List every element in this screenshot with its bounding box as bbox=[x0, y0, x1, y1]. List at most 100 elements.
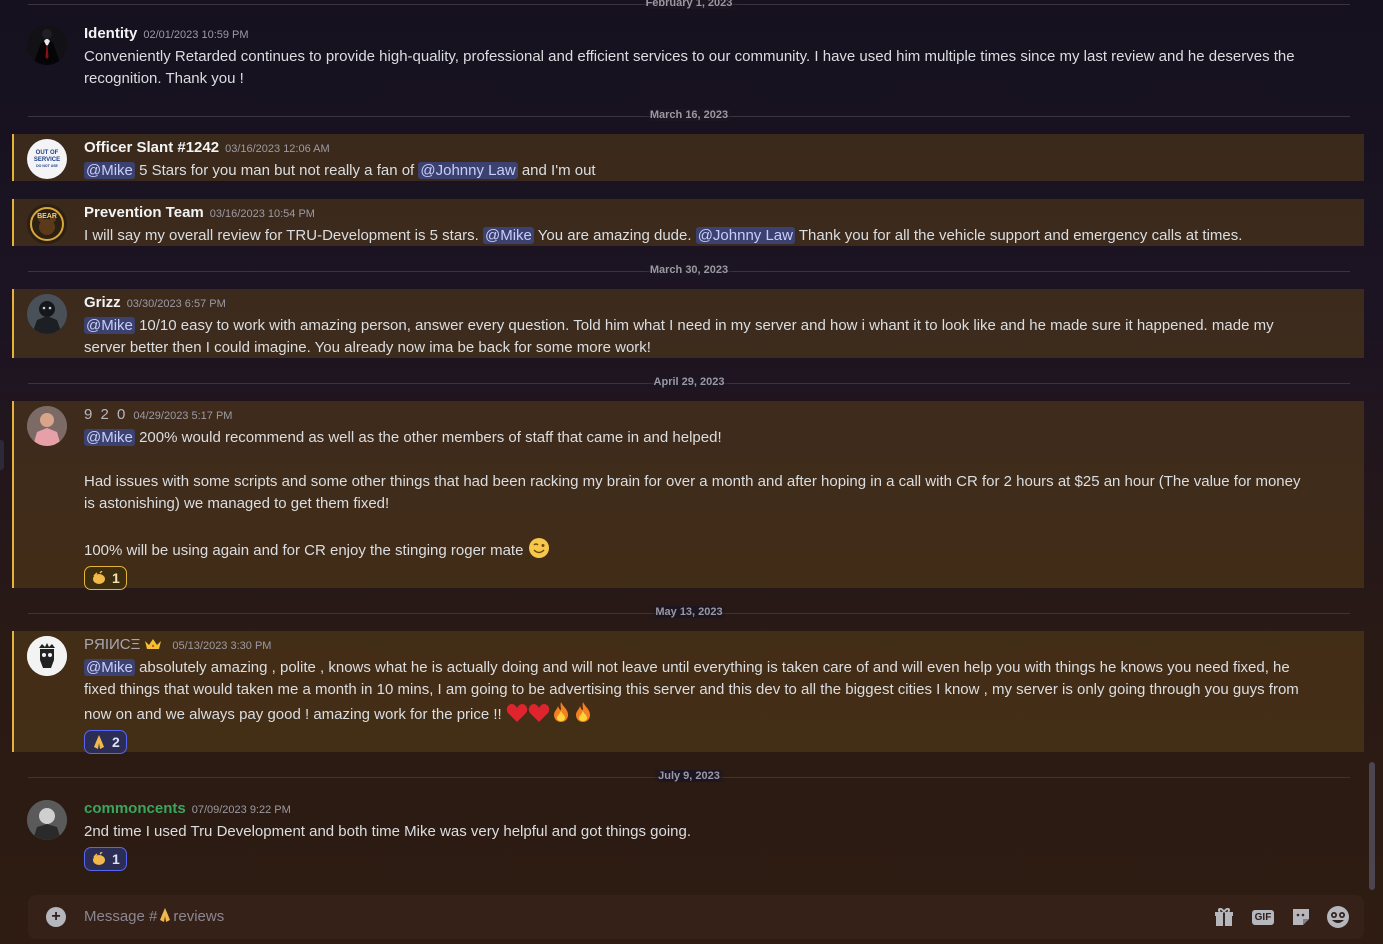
avatar[interactable] bbox=[27, 406, 67, 446]
crown-icon bbox=[145, 639, 162, 649]
message-text: You are amazing dude. bbox=[533, 227, 696, 244]
message-header: commoncents 07/09/2023 9:22 PM bbox=[84, 800, 291, 818]
reaction-chip[interactable]: 1 bbox=[84, 847, 127, 871]
avatar[interactable]: BEAR bbox=[27, 204, 67, 244]
clapping-hands-icon bbox=[93, 852, 105, 865]
reaction-chip[interactable]: 2 bbox=[84, 730, 127, 754]
avatar[interactable] bbox=[27, 25, 67, 65]
message-text: Thank you for all the vehicle support an… bbox=[794, 227, 1243, 244]
date-divider: February 1, 2023 bbox=[28, 0, 1350, 9]
timestamp[interactable]: 07/09/2023 9:22 PM bbox=[192, 804, 291, 816]
username[interactable]: commoncents bbox=[84, 800, 186, 817]
message-input[interactable]: Message # reviews bbox=[84, 895, 1184, 939]
clapping-hands-icon bbox=[93, 571, 105, 584]
server-pill-indicator bbox=[0, 440, 4, 470]
reaction-chip[interactable]: 1 bbox=[84, 566, 127, 590]
monochrome-avatar-icon bbox=[27, 800, 67, 840]
avatar[interactable] bbox=[27, 294, 67, 334]
gift-icon[interactable] bbox=[1212, 905, 1236, 929]
message-text: and I'm out bbox=[517, 162, 596, 179]
username[interactable]: Grizz bbox=[84, 294, 121, 311]
username[interactable]: Prevention Team bbox=[84, 204, 204, 221]
user-mention[interactable]: @Mike bbox=[84, 162, 135, 179]
suit-avatar-icon bbox=[27, 25, 67, 65]
username[interactable]: 9 2 0 bbox=[84, 406, 127, 423]
placeholder-channel: reviews bbox=[173, 908, 225, 925]
masked-figure-avatar-icon bbox=[27, 294, 67, 334]
message-item[interactable]: OUT OF SERVICE DO NOT USE Officer Slant … bbox=[12, 134, 1364, 181]
date-divider: March 16, 2023 bbox=[28, 109, 1350, 121]
message-item[interactable]: commoncents 07/09/2023 9:22 PM 2nd time I… bbox=[12, 795, 1364, 875]
message-content: 2nd time I used Tru Development and both… bbox=[84, 821, 1308, 873]
date-divider: April 29, 2023 bbox=[28, 376, 1350, 388]
avatar[interactable] bbox=[27, 800, 67, 840]
timestamp[interactable]: 03/16/2023 10:54 PM bbox=[210, 208, 315, 220]
message-item[interactable]: PЯIИCΞ 05/13/2023 3:30 PM @Mike absolute… bbox=[12, 631, 1364, 754]
message-content: @Mike 10/10 easy to work with amazing pe… bbox=[84, 315, 1308, 359]
sticker-icon[interactable] bbox=[1289, 905, 1313, 929]
message-text: I will say my overall review for TRU-Dev… bbox=[84, 227, 483, 244]
date-divider: July 9, 2023 bbox=[28, 770, 1350, 782]
timestamp[interactable]: 02/01/2023 10:59 PM bbox=[143, 29, 248, 41]
message-content: @Mike absolutely amazing , polite , know… bbox=[84, 657, 1308, 757]
timestamp[interactable]: 03/30/2023 6:57 PM bbox=[127, 298, 226, 310]
date-divider: May 13, 2023 bbox=[28, 606, 1350, 618]
reaction-count: 1 bbox=[112, 851, 120, 867]
user-mention[interactable]: @Mike bbox=[84, 429, 135, 446]
message-content: I will say my overall review for TRU-Dev… bbox=[84, 225, 1308, 247]
user-mention[interactable]: @Mike bbox=[483, 227, 534, 244]
date-divider-label: March 30, 2023 bbox=[644, 264, 734, 276]
message-composer: + Message # reviews GIF bbox=[28, 895, 1364, 939]
message-list: February 1, 2023 Identity 02/01/2023 10:5… bbox=[12, 0, 1364, 895]
date-divider: March 30, 2023 bbox=[28, 264, 1350, 276]
username[interactable]: Officer Slant #1242 bbox=[84, 139, 219, 156]
message-header: Grizz 03/30/2023 6:57 PM bbox=[84, 294, 226, 312]
red-heart-icon bbox=[528, 704, 550, 722]
user-mention[interactable]: @Johnny Law bbox=[695, 227, 795, 244]
message-header: Identity 02/01/2023 10:59 PM bbox=[84, 25, 249, 43]
avatar-text: BEAR bbox=[37, 213, 57, 220]
message-item[interactable]: 9 2 0 04/29/2023 5:17 PM @Mike 200% would… bbox=[12, 401, 1364, 590]
message-item[interactable]: BEAR Prevention Team 03/16/2023 10:54 PM … bbox=[12, 199, 1364, 246]
message-text: 200% would recommend as well as the othe… bbox=[134, 429, 722, 446]
folded-hands-icon bbox=[160, 908, 171, 922]
username[interactable]: Identity bbox=[84, 25, 137, 42]
username[interactable]: PЯIИCΞ bbox=[84, 636, 140, 653]
message-text: 10/10 easy to work with amazing person, … bbox=[84, 317, 1274, 356]
gif-label: GIF bbox=[1251, 909, 1275, 925]
message-item[interactable]: Identity 02/01/2023 10:59 PM Conveniently… bbox=[12, 20, 1364, 92]
scrollbar-thumb[interactable] bbox=[1369, 762, 1375, 890]
message-item[interactable]: Grizz 03/30/2023 6:57 PM @Mike 10/10 easy… bbox=[12, 289, 1364, 358]
fire-icon bbox=[575, 702, 590, 722]
red-heart-icon bbox=[506, 704, 528, 722]
emoji-icon[interactable] bbox=[1326, 905, 1350, 929]
date-divider-label: April 29, 2023 bbox=[648, 376, 730, 388]
avatar[interactable]: OUT OF SERVICE DO NOT USE bbox=[27, 139, 67, 179]
gif-button[interactable]: GIF bbox=[1251, 905, 1275, 929]
message-header: PЯIИCΞ 05/13/2023 3:30 PM bbox=[84, 636, 271, 654]
reaction-count: 2 bbox=[112, 734, 120, 750]
placeholder-prefix: Message # bbox=[84, 908, 158, 925]
fire-icon bbox=[553, 702, 568, 722]
bear-badge-avatar-icon bbox=[27, 204, 67, 244]
scrollbar[interactable] bbox=[1367, 0, 1377, 895]
person-photo-avatar-icon bbox=[27, 406, 67, 446]
message-content: @Mike 5 Stars for you man but not really… bbox=[84, 160, 1308, 182]
timestamp[interactable]: 03/16/2023 12:06 AM bbox=[225, 143, 330, 155]
avatar-text: SERVICE bbox=[33, 156, 61, 163]
message-text: Had issues with some scripts and some ot… bbox=[84, 473, 1301, 512]
message-text: 100% will be using again and for CR enjo… bbox=[84, 542, 524, 559]
folded-hands-icon bbox=[94, 735, 104, 749]
avatar[interactable] bbox=[27, 636, 67, 676]
message-text: 5 Stars for you man but not really a fan… bbox=[134, 162, 419, 179]
avatar-text: DO NOT USE bbox=[36, 163, 58, 168]
user-mention[interactable]: @Johnny Law bbox=[418, 162, 518, 179]
message-header: Officer Slant #1242 03/16/2023 12:06 AM bbox=[84, 139, 330, 157]
message-content: Conveniently Retarded continues to provi… bbox=[84, 46, 1308, 90]
timestamp[interactable]: 04/29/2023 5:17 PM bbox=[133, 410, 232, 422]
timestamp[interactable]: 05/13/2023 3:30 PM bbox=[172, 640, 271, 652]
user-mention[interactable]: @Mike bbox=[84, 659, 135, 676]
message-header: 9 2 0 04/29/2023 5:17 PM bbox=[84, 406, 232, 424]
plus-circle-icon[interactable]: + bbox=[46, 907, 66, 927]
user-mention[interactable]: @Mike bbox=[84, 317, 135, 334]
